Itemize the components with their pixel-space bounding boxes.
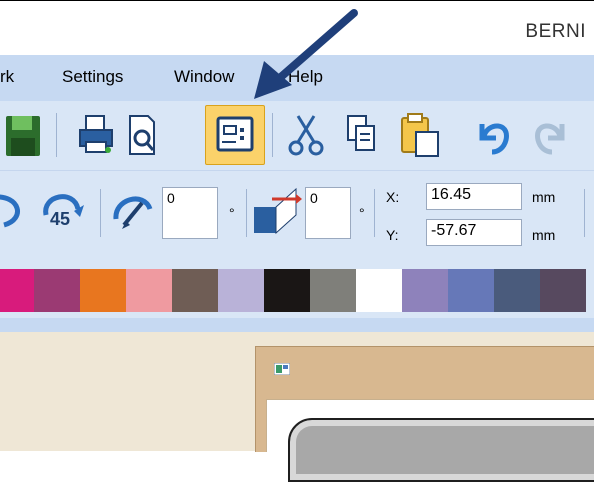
save-icon [6, 116, 40, 156]
print-button[interactable] [74, 110, 118, 160]
y-coordinate-input[interactable]: -57.67 [426, 219, 522, 246]
rotate-left-button[interactable] [0, 189, 28, 233]
design-window-icon [273, 362, 291, 376]
rotate-45-label: 45 [50, 209, 71, 229]
redo-icon [535, 123, 565, 155]
embroidery-hoop [288, 418, 594, 482]
menu-item-settings[interactable]: Settings [62, 67, 123, 87]
rotate-degree-unit: ° [229, 205, 235, 221]
toolbar-separator [56, 113, 57, 157]
color-swatch[interactable] [356, 269, 402, 312]
copy-icon [347, 115, 375, 151]
color-swatch[interactable] [494, 269, 540, 312]
skew-icon [254, 187, 302, 235]
undo-button[interactable] [470, 110, 516, 160]
paste-button[interactable] [396, 110, 444, 160]
y-unit-label: mm [532, 227, 556, 243]
toolbar-separator [272, 113, 273, 157]
toolbar-separator [584, 189, 585, 237]
cut-button[interactable] [284, 110, 328, 160]
color-swatch[interactable] [80, 269, 126, 312]
y-coordinate-label: Y: [386, 227, 399, 243]
annotation-arrow-icon [254, 9, 358, 99]
free-rotate-icon [113, 196, 153, 229]
color-swatch[interactable] [0, 269, 34, 312]
color-swatch[interactable] [310, 269, 356, 312]
toolbar-separator [374, 189, 375, 237]
color-swatch[interactable] [34, 269, 80, 312]
scissors-icon [288, 115, 324, 156]
color-swatch[interactable] [264, 269, 310, 312]
redo-button[interactable] [528, 110, 574, 160]
transform-toolbar: 45 0 ° 0 ° X: 16.45 mm Y: -57.67 mm [0, 170, 594, 263]
main-toolbar [0, 101, 594, 170]
color-swatch[interactable] [448, 269, 494, 312]
print-preview-icon [129, 115, 155, 155]
x-coordinate-label: X: [386, 189, 400, 205]
color-swatch[interactable] [126, 269, 172, 312]
print-preview-button[interactable] [120, 110, 164, 160]
toolbar-separator [246, 189, 247, 237]
free-rotate-button[interactable] [108, 185, 158, 237]
rotate-left-icon [0, 194, 20, 228]
rotate-angle-input[interactable]: 0 [162, 187, 218, 239]
write-to-machine-button[interactable] [205, 105, 265, 165]
paste-icon [401, 113, 439, 157]
color-swatch[interactable] [402, 269, 448, 312]
skew-degree-unit: ° [359, 205, 365, 221]
embroidery-machine-icon [216, 116, 254, 152]
save-button[interactable] [0, 110, 44, 160]
copy-button[interactable] [340, 110, 384, 160]
skew-button[interactable] [252, 185, 302, 237]
menu-item-artwork[interactable]: rk [0, 67, 14, 87]
x-unit-label: mm [532, 189, 556, 205]
toolbar-bottom-edge [0, 318, 594, 332]
color-swatch[interactable] [172, 269, 218, 312]
skew-angle-input[interactable]: 0 [305, 187, 351, 239]
printer-icon [79, 115, 113, 153]
color-swatch[interactable] [540, 269, 586, 312]
menu-item-window[interactable]: Window [174, 67, 234, 87]
toolbar-separator [100, 189, 101, 237]
app-title: BERNI [525, 21, 586, 42]
color-swatch[interactable] [218, 269, 264, 312]
x-coordinate-input[interactable]: 16.45 [426, 183, 522, 210]
undo-icon [479, 123, 509, 155]
rotate-45-button[interactable]: 45 [34, 185, 90, 237]
